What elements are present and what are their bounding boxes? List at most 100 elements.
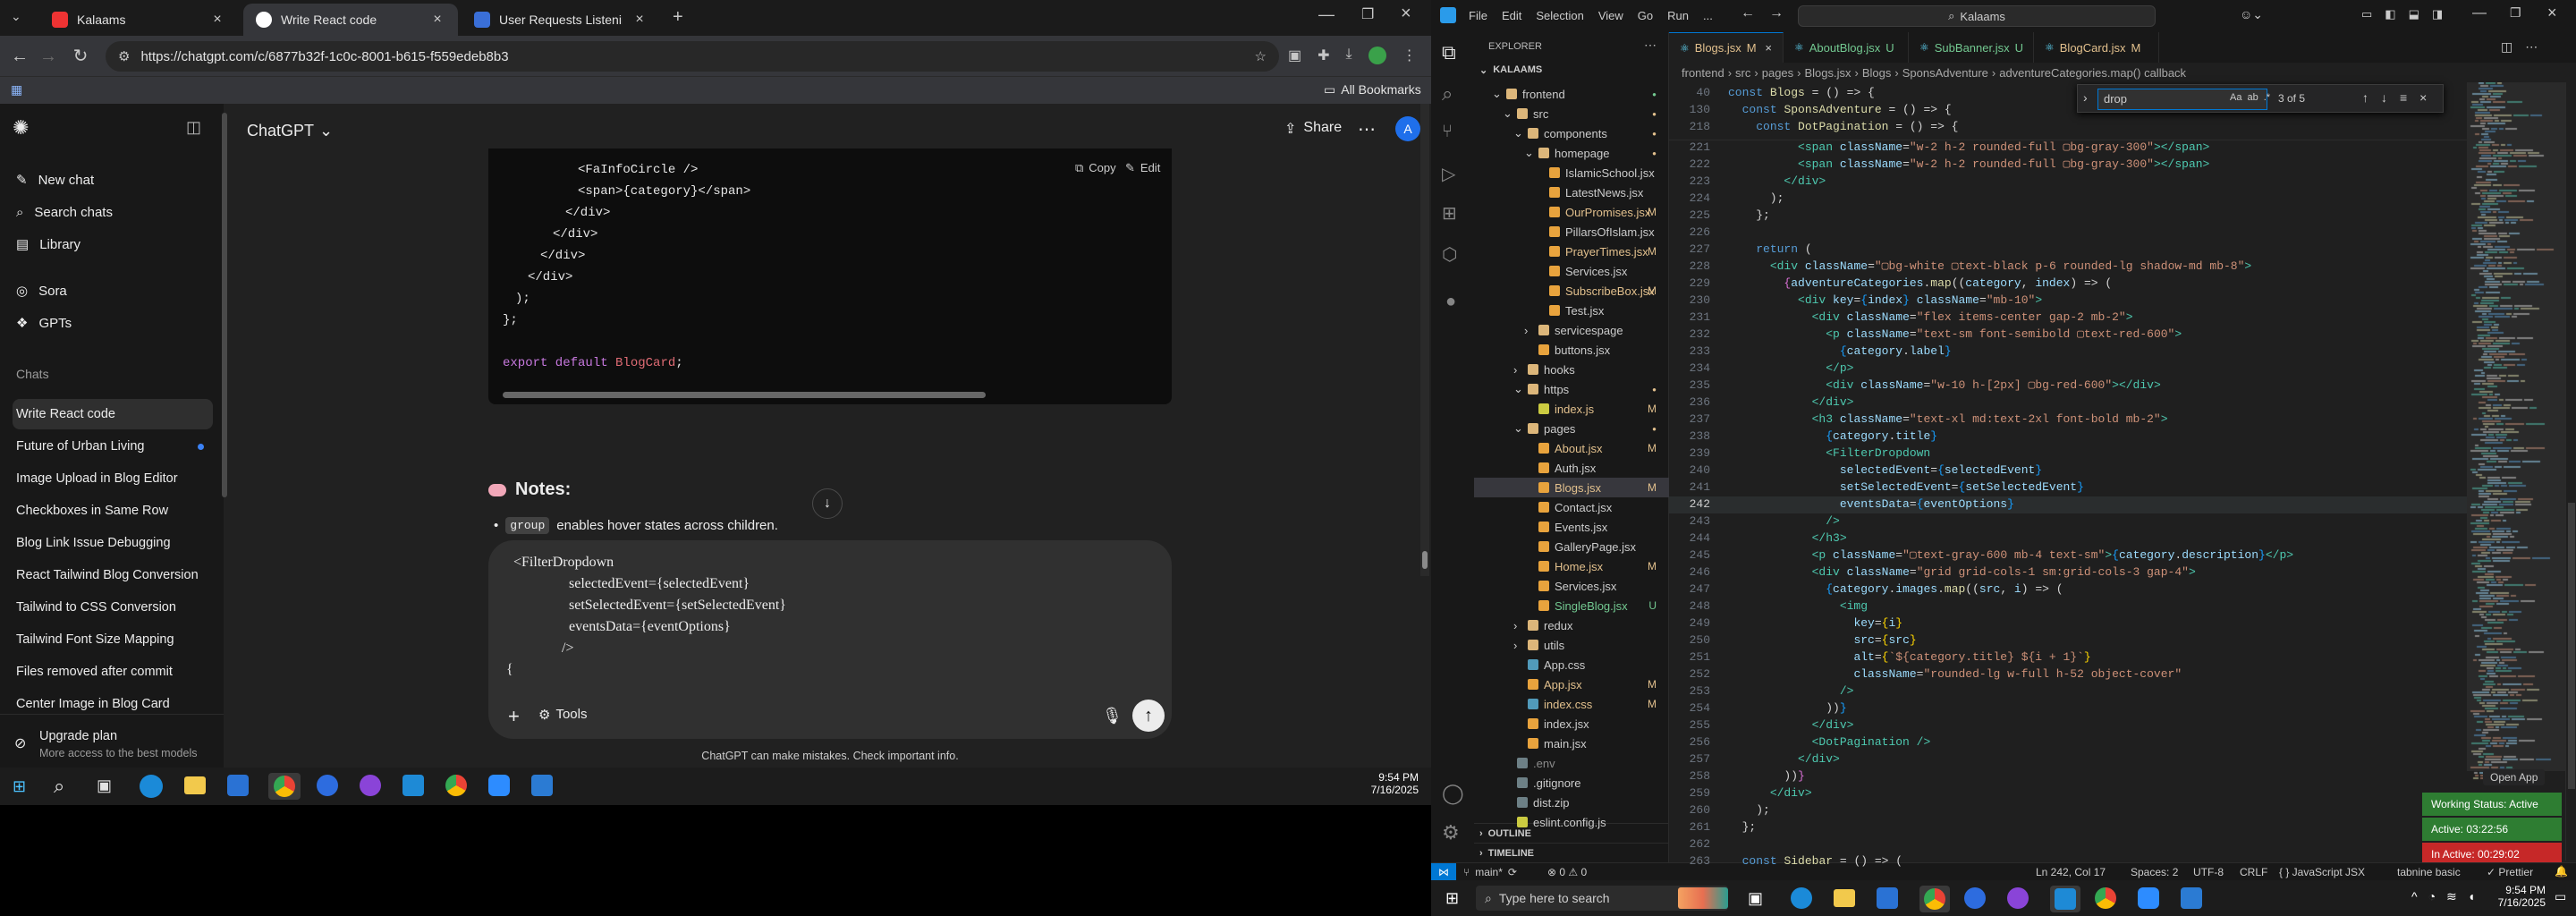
edge-icon[interactable]: [140, 775, 163, 798]
code-line[interactable]: };: [1728, 208, 1770, 222]
editor-tab[interactable]: ⚛ BlogCard.jsx M: [2034, 32, 2159, 63]
code-line[interactable]: };: [1728, 820, 1757, 834]
app-icon[interactable]: [317, 775, 338, 796]
new-tab-icon[interactable]: +: [673, 7, 683, 28]
github-icon[interactable]: ⬡: [1442, 243, 1457, 266]
branch-indicator[interactable]: ⑂ main* ⟳: [1463, 866, 1517, 878]
file-explorer-icon[interactable]: [1834, 889, 1855, 907]
more-actions-icon[interactable]: ⋯: [1644, 38, 1657, 53]
file-item[interactable]: OurPromises.jsx M: [1474, 202, 1669, 222]
notifications-icon[interactable]: 🔔: [2555, 865, 2568, 878]
menu-icon[interactable]: ⋮: [1402, 47, 1417, 64]
sidebar-scrollbar[interactable]: [222, 113, 227, 497]
sidebar-item-gpts[interactable]: ❖ GPTs: [13, 308, 213, 338]
site-info-icon[interactable]: ⚙: [118, 48, 130, 64]
remote-icon[interactable]: ⋈: [1431, 863, 1456, 881]
maximize-icon[interactable]: ❐: [2510, 5, 2521, 21]
file-item[interactable]: Home.jsx M: [1474, 556, 1669, 576]
close-icon[interactable]: ×: [1765, 41, 1772, 55]
search-icon[interactable]: ⌕: [1442, 82, 1453, 106]
code-line[interactable]: <h3 className="text-xl md:text-2xl font-…: [1728, 412, 2168, 426]
regex-icon[interactable]: .*: [2264, 92, 2270, 103]
file-item[interactable]: About.jsx M: [1474, 438, 1669, 458]
code-line[interactable]: setSelectedEvent={setSelectedEvent}: [1728, 480, 2084, 494]
code-line[interactable]: key={i}: [1728, 616, 1902, 630]
indentation[interactable]: Spaces: 2: [2131, 866, 2178, 878]
folder-item[interactable]: ⌄ pages ●: [1474, 419, 1669, 438]
tab-user-requests[interactable]: User Requests Listening Assista ×: [462, 4, 660, 36]
file-item[interactable]: Auth.jsx: [1474, 458, 1669, 478]
chrome-icon[interactable]: [2095, 887, 2116, 909]
copilot-icon[interactable]: ☺⌄: [2240, 7, 2263, 22]
file-item[interactable]: .env: [1474, 753, 1669, 773]
file-item[interactable]: SingleBlog.jsx U: [1474, 596, 1669, 615]
menu-item[interactable]: Run: [1667, 9, 1689, 22]
editor-tab[interactable]: ⚛ SubBanner.jsx U: [1909, 32, 2034, 63]
ai-extension-icon[interactable]: ●: [1445, 292, 1456, 312]
clock[interactable]: 9:54 PM 7/16/2025: [2479, 884, 2546, 909]
breadcrumb-item[interactable]: Blogs.jsx: [1805, 66, 1852, 80]
store-icon[interactable]: [1877, 887, 1898, 909]
edit-button[interactable]: ✎ Edit: [1125, 161, 1160, 175]
code-line[interactable]: {adventureCategories.map((category, inde…: [1728, 276, 2112, 290]
code-line[interactable]: </div>: [1728, 718, 1854, 732]
vscode-active-icon[interactable]: [2050, 886, 2080, 912]
file-item[interactable]: Events.jsx: [1474, 517, 1669, 537]
code-line[interactable]: <div className="w-10 h-[2px] ▢bg-red-600…: [1728, 378, 2161, 392]
file-item[interactable]: LatestNews.jsx: [1474, 182, 1669, 202]
edge-icon[interactable]: [1791, 887, 1812, 909]
copy-button[interactable]: ⧉ Copy: [1075, 161, 1116, 175]
code-line[interactable]: <div key={index} className="mb-10">: [1728, 293, 2042, 307]
file-item[interactable]: index.js M: [1474, 399, 1669, 419]
paint-icon[interactable]: [2181, 887, 2202, 909]
minimap-slider[interactable]: [2467, 82, 2565, 771]
toggle-secondary-icon[interactable]: ◨: [2432, 7, 2443, 21]
tab-write-react-code[interactable]: Write React code ×: [243, 4, 458, 36]
split-editor-icon[interactable]: ◫: [2501, 39, 2512, 55]
code-line[interactable]: />: [1728, 514, 1840, 528]
puzzle-icon[interactable]: ✚: [1318, 47, 1329, 64]
editor-scrollbar[interactable]: [2565, 82, 2576, 861]
chat-item[interactable]: React Tailwind Blog Conversion: [13, 560, 213, 590]
open-app-button[interactable]: Open App: [2483, 769, 2546, 785]
download-icon[interactable]: ⤓: [1346, 47, 1352, 64]
code-line[interactable]: <img: [1728, 599, 1868, 613]
chat-item[interactable]: Image Upload in Blog Editor: [13, 463, 213, 494]
send-button[interactable]: ↑: [1132, 700, 1165, 732]
avatar[interactable]: A: [1395, 116, 1420, 141]
minimize-icon[interactable]: —: [1318, 5, 1335, 24]
code-line[interactable]: src={src}: [1728, 633, 1916, 647]
chat-item[interactable]: Future of Urban Living: [13, 431, 213, 462]
file-item[interactable]: Services.jsx: [1474, 261, 1669, 281]
code-line[interactable]: );: [1728, 803, 1770, 817]
file-item[interactable]: PrayerTimes.jsx M: [1474, 242, 1669, 261]
code-line[interactable]: <div className="flex items-center gap-2 …: [1728, 310, 2133, 324]
sticky-line[interactable]: const SponsAdventure = () => {: [1728, 103, 1952, 116]
close-window-icon[interactable]: ×: [2547, 4, 2557, 22]
code-line[interactable]: </p>: [1728, 361, 1853, 375]
sidebar-item-new-chat[interactable]: ✎ New chat: [13, 165, 213, 195]
close-icon[interactable]: ×: [429, 12, 445, 28]
layout-icon[interactable]: ▭: [2361, 7, 2372, 21]
minimize-icon[interactable]: —: [2472, 5, 2487, 21]
code-line[interactable]: className="rounded-lg w-full h-52 object…: [1728, 667, 2182, 681]
command-center[interactable]: ⌕ Kalaams: [1798, 5, 2156, 27]
file-item[interactable]: App.jsx M: [1474, 674, 1669, 694]
match-case-icon[interactable]: Aa: [2230, 92, 2241, 103]
code-line[interactable]: <div className="grid grid-cols-1 sm:grid…: [1728, 565, 2196, 579]
tab-kalaams[interactable]: Kalaams ×: [39, 4, 238, 36]
chevron-up-icon[interactable]: ^: [2411, 889, 2418, 904]
reload-icon[interactable]: ↻: [70, 46, 91, 67]
file-item[interactable]: Services.jsx: [1474, 576, 1669, 596]
task-view-icon[interactable]: ▣: [1748, 889, 1763, 908]
all-bookmarks[interactable]: ▭ All Bookmarks: [1324, 82, 1421, 98]
code-line[interactable]: <p className="text-sm font-semibold ▢tex…: [1728, 327, 2182, 341]
extension-icon[interactable]: ▣: [1288, 47, 1301, 64]
windows-start-icon[interactable]: ⊞: [13, 777, 26, 796]
tab-search-icon[interactable]: ⌄: [11, 9, 21, 24]
prettier-status[interactable]: ✓ Prettier: [2487, 866, 2533, 878]
menu-item[interactable]: Selection: [1536, 9, 1583, 22]
close-icon[interactable]: ×: [2419, 90, 2427, 105]
breadcrumb-item[interactable]: Blogs: [1862, 66, 1892, 80]
folder-item[interactable]: ⌄ https ●: [1474, 379, 1669, 399]
